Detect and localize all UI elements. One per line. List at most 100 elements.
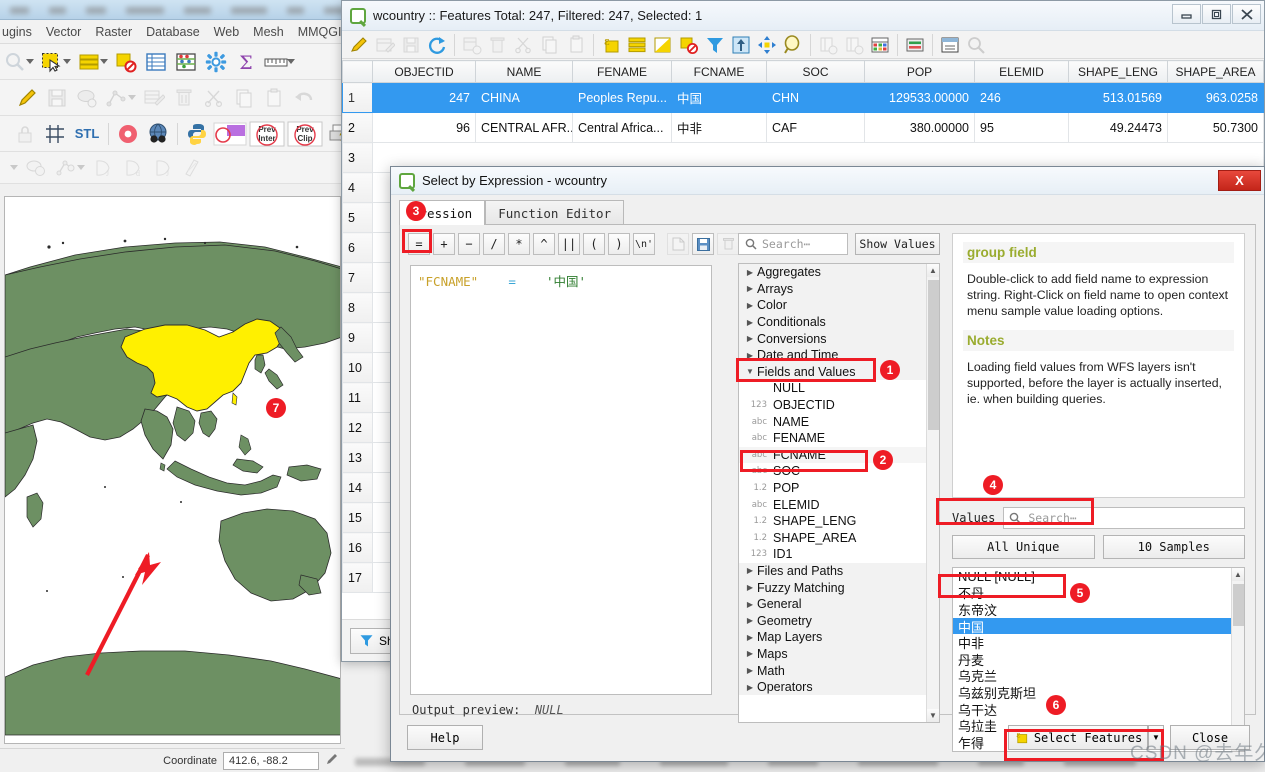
prev-clip-icon[interactable]: Prev Clip <box>286 119 324 149</box>
copy-features-icon[interactable] <box>229 83 259 113</box>
tree-group-color[interactable]: ▶ Color <box>739 297 939 314</box>
column-header-pop[interactable]: POP <box>864 60 975 83</box>
buffer-j-icon[interactable]: J <box>88 153 118 183</box>
row-number[interactable]: 5 <box>342 202 373 233</box>
cell-pop[interactable]: 129533.00000 <box>864 82 975 113</box>
cut-icon[interactable] <box>511 33 537 57</box>
tree-group-maps[interactable]: ▶ Maps <box>739 645 939 663</box>
function-search-input[interactable]: Search⋯ <box>738 233 848 255</box>
tree-field-id1[interactable]: 123 ID1 <box>739 546 939 563</box>
value-item-selected[interactable]: 中国 <box>953 617 1244 635</box>
tree-field-shape-leng[interactable]: 1.2 SHAPE_LENG <box>739 513 939 530</box>
scroll-thumb[interactable] <box>1233 584 1244 626</box>
zoom-to-selection-icon[interactable] <box>780 33 806 57</box>
select-features-icon[interactable] <box>37 47 67 77</box>
cell-soc[interactable]: CHN <box>766 82 865 113</box>
measure-icon[interactable] <box>261 47 291 77</box>
tree-field-null[interactable]: NULL <box>739 380 939 397</box>
cell-elemid[interactable]: 95 <box>974 112 1069 143</box>
op-concat-button[interactable]: || <box>558 233 580 255</box>
function-tree-scrollbar[interactable]: ▲ ▼ <box>926 264 939 722</box>
union-icon[interactable] <box>21 153 51 183</box>
tree-field-pop[interactable]: 1.2 POP <box>739 480 939 497</box>
move-selection-to-top-icon[interactable] <box>728 33 754 57</box>
select-by-expression-dialog[interactable]: Select by Expression - wcountry X pressi… <box>390 166 1265 762</box>
tree-field-name[interactable]: abc NAME <box>739 413 939 430</box>
circle-overlay-icon[interactable] <box>212 119 248 149</box>
scroll-up-icon[interactable]: ▲ <box>1232 568 1244 581</box>
row-number[interactable]: 16 <box>342 532 373 563</box>
grid-icon[interactable] <box>40 119 70 149</box>
op-open-paren-button[interactable]: ( <box>583 233 605 255</box>
cell-fcname[interactable]: 中非 <box>671 112 767 143</box>
menu-raster[interactable]: Raster <box>95 25 132 39</box>
op-power-button[interactable]: ^ <box>533 233 555 255</box>
row-number[interactable]: 15 <box>342 502 373 533</box>
column-header-fename[interactable]: FENAME <box>572 60 672 83</box>
cell-soc[interactable]: CAF <box>766 112 865 143</box>
op-divide-button[interactable]: / <box>483 233 505 255</box>
cell-shape-area[interactable]: 963.0258 <box>1167 82 1264 113</box>
row-number[interactable]: 3 <box>342 142 373 173</box>
column-header-elemid[interactable]: ELEMID <box>974 60 1069 83</box>
delete-selected-icon[interactable] <box>169 83 199 113</box>
tree-field-objectid[interactable]: 123 OBJECTID <box>739 397 939 414</box>
tree-group-fields-and-values[interactable]: ▼ Fields and Values <box>739 363 939 381</box>
row-number[interactable]: 4 <box>342 172 373 203</box>
paste-icon[interactable] <box>563 33 589 57</box>
delete-selected-icon[interactable] <box>485 33 511 57</box>
cell-shape-leng[interactable]: 49.24473 <box>1068 112 1168 143</box>
cell-name[interactable]: CHINA <box>475 82 573 113</box>
all-unique-button[interactable]: All Unique <box>952 535 1095 559</box>
op-minus-button[interactable]: − <box>458 233 480 255</box>
save-layer-edits-icon[interactable] <box>42 83 72 113</box>
row-number[interactable]: 10 <box>342 352 373 383</box>
row-number[interactable]: 13 <box>342 442 373 473</box>
op-equals-button[interactable]: = <box>408 233 430 255</box>
open-attribute-table-icon[interactable] <box>141 47 171 77</box>
undo-icon[interactable] <box>289 83 319 113</box>
processing-toolbox-icon[interactable] <box>201 47 231 77</box>
dialog-tabs[interactable]: pression Function Editor <box>399 199 625 225</box>
tree-field-shape-area[interactable]: 1.2 SHAPE_AREA <box>739 530 939 547</box>
invert-selection-icon[interactable] <box>650 33 676 57</box>
value-item[interactable]: 乌克兰 <box>953 668 1244 684</box>
menu-database[interactable]: Database <box>146 25 200 39</box>
value-item[interactable]: 丹麦 <box>953 651 1244 668</box>
add-polygon-feature-icon[interactable] <box>72 83 102 113</box>
op-plus-button[interactable]: + <box>433 233 455 255</box>
tree-group-files-and-paths[interactable]: ▶ Files and Paths <box>739 562 939 580</box>
deselect-icon[interactable] <box>111 47 141 77</box>
lock-icon[interactable] <box>10 119 40 149</box>
cell-name[interactable]: CENTRAL AFR... <box>475 112 573 143</box>
column-header-fcname[interactable]: FCNAME <box>671 60 767 83</box>
tree-group-general[interactable]: ▶ General <box>739 595 939 613</box>
select-features-button[interactable]: ε Select Features <box>1008 725 1148 750</box>
new-field-icon[interactable] <box>815 33 841 57</box>
row-number[interactable]: 17 <box>342 562 373 593</box>
menu-mmqgis[interactable]: MMQGIS <box>298 25 345 39</box>
column-header-shape-leng[interactable]: SHAPE_LENG <box>1068 60 1168 83</box>
select-all-icon[interactable] <box>624 33 650 57</box>
value-item[interactable]: NULL [NULL] <box>953 568 1244 585</box>
reload-icon[interactable] <box>424 33 450 57</box>
cut-features-icon[interactable] <box>199 83 229 113</box>
cell-elemid[interactable]: 246 <box>974 82 1069 113</box>
show-values-button[interactable]: Show Values <box>855 233 940 255</box>
values-search-input[interactable]: Search⋯ <box>1003 507 1245 529</box>
scroll-up-icon[interactable]: ▲ <box>927 264 939 277</box>
delete-icon[interactable] <box>717 233 739 255</box>
value-item[interactable]: 东帝汶 <box>953 601 1244 618</box>
toggle-editing-icon[interactable] <box>346 33 372 57</box>
attribute-table-toolbar[interactable]: ε <box>342 31 1264 59</box>
tab-function-editor[interactable]: Function Editor <box>485 200 625 225</box>
cell-fename[interactable]: Central Africa... <box>572 112 672 143</box>
tree-field-soc[interactable]: abc SOC <box>739 463 939 480</box>
cell-fcname[interactable]: 中国 <box>671 82 767 113</box>
row-number[interactable]: 11 <box>342 382 373 413</box>
cell-shape-area[interactable]: 50.7300 <box>1167 112 1264 143</box>
column-header-soc[interactable]: SOC <box>766 60 865 83</box>
cell-shape-leng[interactable]: 513.01569 <box>1068 82 1168 113</box>
menu-vector[interactable]: Vector <box>46 25 81 39</box>
row-number[interactable]: 9 <box>342 322 373 353</box>
